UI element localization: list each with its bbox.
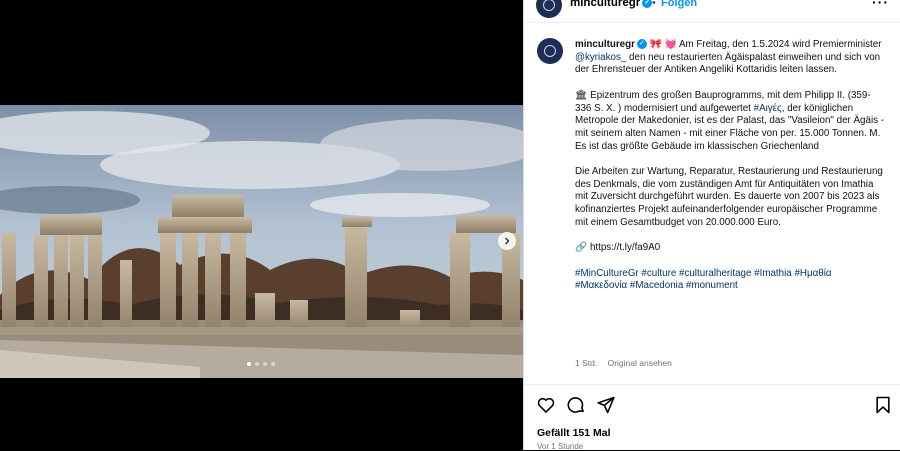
like-count[interactable]: Gefällt 151 Mal [537,427,611,439]
post-header: minculturegr ✓ • Folgen ··· [524,0,900,23]
verified-badge-icon: ✓ [636,39,647,50]
post-caption: minculturegr ✓ 🎀 💓 Am Freitag, den 1.5.20… [575,39,885,306]
comment-icon [567,397,584,413]
slide-dot [247,362,251,366]
caption-text: Am Freitag, den 1.5.2024 wird Premiermin… [678,39,882,50]
post-meta: 1 Std. Original ansehen [575,358,672,368]
post-photo[interactable] [0,105,523,378]
post-sidebar: minculturegr ✓ • Folgen ··· minculturegr ✓… [523,0,900,451]
hashtags[interactable]: #MinCultureGr #culture #culturalheritage… [575,268,885,293]
caption-link-line: 🔗 https://t.ly/fa9A0 [575,242,885,255]
building-emoji-icon: 🏛 [575,89,588,101]
author-username[interactable]: minculturegr ✓ [570,0,653,9]
username-link[interactable]: minculturegr [570,0,640,9]
external-link[interactable]: https://t.ly/fa9A0 [590,242,660,253]
share-button[interactable] [596,395,616,415]
comment-button[interactable] [566,395,586,415]
heart-icon [537,397,555,413]
caption-username[interactable]: minculturegr [575,39,635,50]
more-options-icon[interactable]: ··· [872,0,889,10]
caption-paragraph-2: 🏛 Epizentrum des großen Bauprogramms, mi… [575,90,885,154]
send-icon [597,396,615,414]
save-button[interactable] [873,395,893,415]
chevron-right-icon [505,237,510,245]
verified-badge-icon: ✓ [642,0,653,8]
post-time: 1 Std. [575,358,598,368]
caption-avatar[interactable] [537,38,563,64]
hashtag-link[interactable]: #Αιγές [754,103,782,114]
slide-dot [263,362,267,366]
next-slide-button[interactable] [498,232,516,250]
link-emoji-icon: 🔗 [575,242,588,254]
see-original-link[interactable]: Original ansehen [608,358,672,368]
bookmark-icon [876,396,890,414]
avatar[interactable] [536,0,562,18]
follow-button[interactable]: Folgen [661,0,697,9]
like-button[interactable] [536,395,556,415]
mention-link[interactable]: @kyriakos_ [575,52,626,63]
slide-dot [255,362,259,366]
slide-indicator [247,362,275,366]
caption-paragraph-3: Die Arbeiten zur Wartung, Reparatur, Res… [575,166,883,228]
caption-paragraph-1: minculturegr ✓ 🎀 💓 Am Freitag, den 1.5.20… [575,39,885,77]
caption-emojis: 🎀 💓 [649,39,677,50]
slide-dot [271,362,275,366]
action-bar [524,384,900,429]
separator-dot: • [652,0,656,9]
post-media [0,0,523,450]
palace-ruins-image [0,105,523,378]
